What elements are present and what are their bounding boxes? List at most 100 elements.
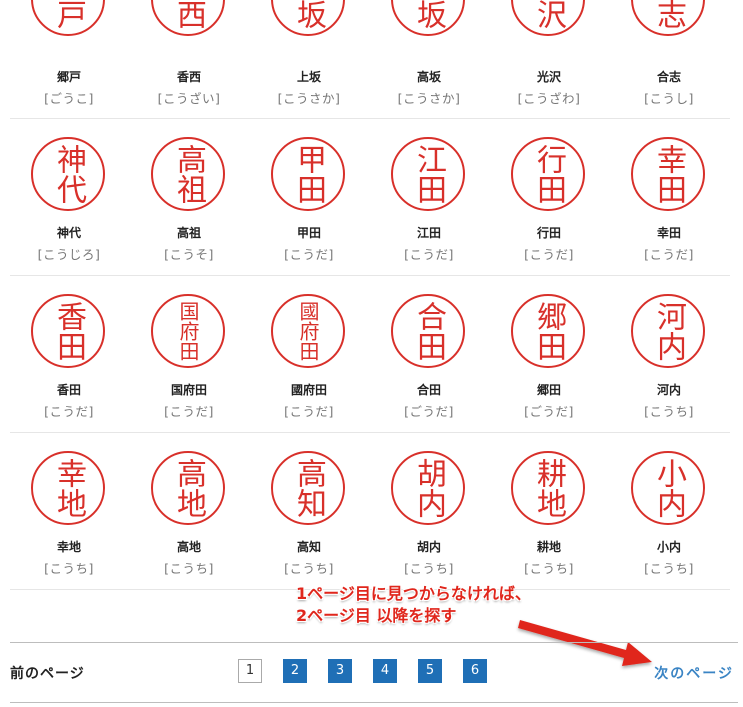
seal-stamp-image[interactable]: 香西: [151, 0, 225, 36]
seal-name[interactable]: 高知: [250, 538, 368, 555]
seal-stamp-image[interactable]: 幸田: [631, 137, 705, 211]
seal-item[interactable]: 耕地 耕地 [こうち]: [490, 433, 610, 589]
seal-item[interactable]: 合田 合田 [ごうだ]: [370, 276, 490, 432]
seal-item[interactable]: 河内 河内 [こうち]: [610, 276, 730, 432]
next-page-link[interactable]: 次のページ: [654, 663, 734, 683]
seal-name[interactable]: 高祖: [130, 224, 248, 241]
seal-item[interactable]: 江田 江田 [こうだ]: [370, 119, 490, 275]
seal-name[interactable]: 行田: [490, 224, 608, 241]
seal-name[interactable]: 上坂: [250, 68, 368, 85]
prev-page-link[interactable]: 前のページ: [10, 663, 85, 683]
seal-item[interactable]: 郷戸郷戸[ごうこ]: [10, 0, 130, 118]
seal-name[interactable]: 郷戸: [10, 68, 128, 85]
page-1-button[interactable]: 1: [238, 659, 262, 683]
seal-name[interactable]: 香田: [10, 381, 128, 398]
seal-item[interactable]: 高地 高地 [こうち]: [130, 433, 250, 589]
seal-stamp-image[interactable]: 高知: [271, 451, 345, 525]
seal-item[interactable]: 幸地 幸地 [こうち]: [10, 433, 130, 589]
seal-name[interactable]: 國府田: [250, 381, 368, 398]
seal-name[interactable]: 甲田: [250, 224, 368, 241]
seal-stamp-image[interactable]: 幸地: [31, 451, 105, 525]
seal-stamp-characters: 高祖: [171, 144, 206, 204]
seal-stamp-image[interactable]: 胡内: [391, 451, 465, 525]
seal-item[interactable]: 光沢光沢[こうざわ]: [490, 0, 610, 118]
seal-item[interactable]: 香田 香田 [こうだ]: [10, 276, 130, 432]
seal-stamp-image[interactable]: 光沢: [511, 0, 585, 36]
seal-name[interactable]: 国府田: [130, 381, 248, 398]
page-4-button[interactable]: 4: [373, 659, 397, 683]
seal-name[interactable]: 幸田: [610, 224, 728, 241]
seal-stamp-image[interactable]: 郷戸: [31, 0, 105, 36]
seal-stamp-characters: 郷田: [531, 301, 566, 361]
seal-row: 神代 神代 [こうじろ] 高祖 高祖 [こうそ] 甲田 甲田 [こうだ] 江田 江田 [こうだ] 行田行…: [10, 119, 730, 276]
seal-stamp-image[interactable]: 合田: [391, 294, 465, 368]
seal-reading: [こうざい]: [157, 91, 221, 106]
seal-stamp-image[interactable]: 小内: [631, 451, 705, 525]
seal-reading: [こうさか]: [277, 91, 341, 106]
seal-name[interactable]: 高坂: [370, 68, 488, 85]
seal-item[interactable]: 国府田 国府田 [こうだ]: [130, 276, 250, 432]
seal-stamp-image[interactable]: 行田: [511, 137, 585, 211]
seal-stamp-image[interactable]: 上坂: [271, 0, 345, 36]
seal-stamp-characters: 甲田: [291, 144, 326, 204]
seal-reading: [ごうだ]: [524, 404, 574, 419]
seal-name[interactable]: 小内: [610, 538, 728, 555]
seal-item[interactable]: 胡内 胡内 [こうち]: [370, 433, 490, 589]
seal-item[interactable]: 幸田 幸田 [こうだ]: [610, 119, 730, 275]
seal-stamp-image[interactable]: 高坂: [391, 0, 465, 36]
seal-item[interactable]: 高知 高知 [こうち]: [250, 433, 370, 589]
seal-item[interactable]: 國府田 國府田 [こうだ]: [250, 276, 370, 432]
seal-row: 郷戸郷戸[ごうこ]香西香西[こうざい]上坂上坂[こうさか]高坂高坂[こうさか]光…: [10, 0, 730, 119]
page-2-button[interactable]: 2: [283, 659, 307, 683]
seal-stamp-characters: 郷戸: [51, 0, 86, 29]
seal-stamp-characters: 高地: [171, 458, 206, 518]
seal-stamp-image[interactable]: 甲田: [271, 137, 345, 211]
seal-item[interactable]: 高祖 高祖 [こうそ]: [130, 119, 250, 275]
seal-stamp-image[interactable]: 香田: [31, 294, 105, 368]
seal-name[interactable]: 高地: [130, 538, 248, 555]
seal-item[interactable]: 上坂上坂[こうさか]: [250, 0, 370, 118]
seal-stamp-image[interactable]: 高祖: [151, 137, 225, 211]
seal-stamp-image[interactable]: 神代: [31, 137, 105, 211]
seal-item[interactable]: 甲田 甲田 [こうだ]: [250, 119, 370, 275]
seal-item[interactable]: 高坂高坂[こうさか]: [370, 0, 490, 118]
seal-name[interactable]: 郷田: [490, 381, 608, 398]
seal-reading: [こうさか]: [397, 91, 461, 106]
seal-name[interactable]: 合田: [370, 381, 488, 398]
seal-stamp-characters: 高坂: [411, 0, 446, 29]
annotation-line-2: 2ページ目 以降を探す: [296, 606, 457, 625]
seal-name[interactable]: 神代: [10, 224, 128, 241]
page-3-button[interactable]: 3: [328, 659, 352, 683]
seal-item[interactable]: 神代 神代 [こうじろ]: [10, 119, 130, 275]
seal-name[interactable]: 耕地: [490, 538, 608, 555]
seal-name[interactable]: 幸地: [10, 538, 128, 555]
seal-item[interactable]: 小内 小内 [こうち]: [610, 433, 730, 589]
seal-stamp-image[interactable]: 合志: [631, 0, 705, 36]
seal-name[interactable]: 香西: [130, 68, 248, 85]
seal-stamp-image[interactable]: 河内: [631, 294, 705, 368]
seal-stamp-characters: 幸地: [51, 458, 86, 518]
seal-item[interactable]: 行田 行田 [こうだ]: [490, 119, 610, 275]
seal-item[interactable]: 香西香西[こうざい]: [130, 0, 250, 118]
seal-name[interactable]: 胡内: [370, 538, 488, 555]
seal-stamp-image[interactable]: 国府田: [151, 294, 225, 368]
seal-stamp-image[interactable]: 耕地: [511, 451, 585, 525]
seal-name[interactable]: 河内: [610, 381, 728, 398]
seal-item[interactable]: 郷田 郷田 [ごうだ]: [490, 276, 610, 432]
seal-stamp-characters: 上坂: [291, 0, 326, 29]
seal-name[interactable]: 光沢: [490, 68, 608, 85]
seal-reading: [こうち]: [404, 561, 454, 576]
seal-stamp-characters: 幸田: [651, 144, 686, 204]
seal-stamp-image[interactable]: 國府田: [271, 294, 345, 368]
page-6-button[interactable]: 6: [463, 659, 487, 683]
seal-stamp-characters: 国府田: [176, 301, 200, 361]
seal-name[interactable]: 合志: [610, 68, 728, 85]
seal-stamp-characters: 香西: [171, 0, 206, 29]
seal-stamp-image[interactable]: 高地: [151, 451, 225, 525]
seal-stamp-image[interactable]: 郷田: [511, 294, 585, 368]
seal-name[interactable]: 江田: [370, 224, 488, 241]
seal-item[interactable]: 合志合志[こうし]: [610, 0, 730, 118]
page-5-button[interactable]: 5: [418, 659, 442, 683]
seal-stamp-characters: 行田: [531, 144, 566, 204]
seal-stamp-image[interactable]: 江田: [391, 137, 465, 211]
